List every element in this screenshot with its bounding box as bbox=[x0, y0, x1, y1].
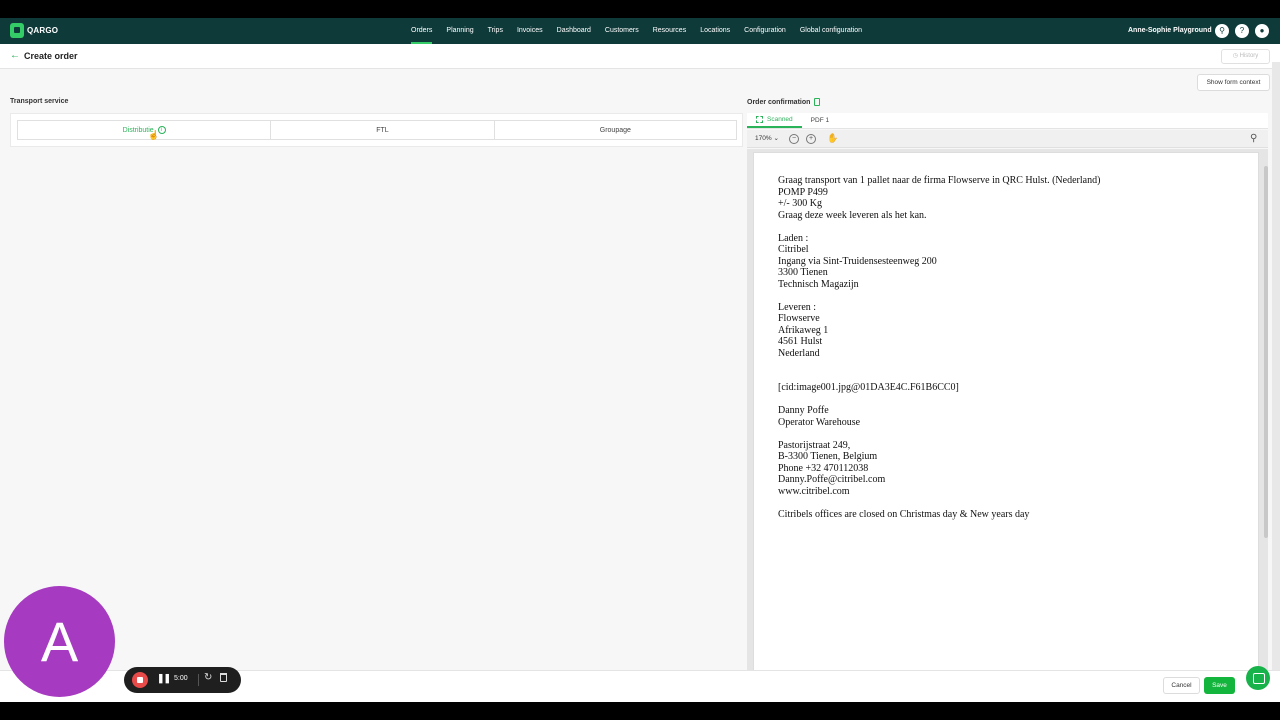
document-paragraph: Pastorijstraat 249, B-3300 Tienen, Belgi… bbox=[778, 439, 886, 497]
document-page: Graag transport van 1 pallet naar de fir… bbox=[753, 152, 1259, 692]
nav-item-trips[interactable]: Trips bbox=[481, 18, 510, 44]
trash-icon[interactable] bbox=[220, 673, 227, 682]
save-button[interactable]: Save bbox=[1204, 677, 1235, 694]
nav-item-customers[interactable]: Customers bbox=[598, 18, 646, 44]
document-paragraph: Citribels offices are closed on Christma… bbox=[778, 508, 1030, 520]
user-name[interactable]: Anne-Sophie Playground bbox=[1128, 18, 1212, 44]
nav-item-planning[interactable]: Planning bbox=[439, 18, 480, 44]
zoom-out-icon[interactable]: − bbox=[789, 134, 799, 144]
service-option-groupage[interactable]: Groupage bbox=[495, 121, 736, 139]
tab-label: PDF 1 bbox=[810, 116, 830, 124]
brand-logo[interactable]: QARGO bbox=[10, 23, 58, 38]
page-header: ← Create order ◷ History bbox=[0, 44, 1280, 69]
nav-item-dashboard[interactable]: Dashboard bbox=[550, 18, 598, 44]
nav-item-global-configuration[interactable]: Global configuration bbox=[793, 18, 869, 44]
chat-support-icon[interactable] bbox=[1246, 666, 1270, 690]
mouse-pointer-icon: ☝ bbox=[148, 130, 160, 140]
document-scrollbar[interactable] bbox=[1264, 166, 1268, 538]
document-tabs: Scanned PDF 1 bbox=[747, 113, 1268, 129]
nav-item-resources[interactable]: Resources bbox=[646, 18, 693, 44]
chevron-down-icon: ⌄ bbox=[773, 135, 779, 142]
service-option-ftl[interactable]: FTL bbox=[271, 121, 495, 139]
help-icon[interactable]: ? bbox=[1235, 24, 1249, 38]
document-paragraph: [cid:image001.jpg@01DA3E4C.F61B6CC0] bbox=[778, 382, 959, 393]
zoom-in-icon[interactable]: + bbox=[806, 134, 816, 144]
document-paragraph: Graag transport van 1 pallet naar de fir… bbox=[778, 175, 1101, 221]
history-clock-icon: ◷ bbox=[1232, 53, 1238, 59]
recorder-avatar: A bbox=[4, 586, 115, 697]
search-icon[interactable]: ⚲ bbox=[1215, 24, 1229, 38]
service-option-label: Groupage bbox=[599, 126, 631, 134]
app-window: QARGO Orders Planning Trips Invoices Das… bbox=[0, 18, 1280, 702]
zoom-select[interactable]: 170% ⌄ bbox=[755, 134, 779, 142]
screen-recorder-controls: ❚❚ 5:00 ↻ bbox=[124, 667, 241, 693]
show-form-context-button[interactable]: Show form context bbox=[1197, 74, 1270, 91]
service-option-distributie[interactable]: Distributie i bbox=[18, 121, 272, 139]
account-icon[interactable]: ● bbox=[1255, 24, 1269, 38]
history-button[interactable]: ◷ History bbox=[1221, 49, 1270, 64]
brand-name: QARGO bbox=[27, 26, 59, 35]
document-paragraph: Leveren : Flowserve Afrikaweg 1 4561 Hul… bbox=[778, 301, 829, 359]
page-scrollbar-track[interactable] bbox=[1272, 62, 1280, 702]
document-paragraph: Laden : Citribel Ingang via Sint-Truiden… bbox=[778, 232, 937, 290]
zoom-level: 170% bbox=[755, 135, 772, 142]
transport-service-label: Transport service bbox=[10, 98, 69, 105]
restart-icon[interactable]: ↻ bbox=[204, 672, 212, 683]
recording-timer: 5:00 bbox=[174, 675, 188, 682]
page-title: Create order bbox=[24, 51, 78, 61]
qargo-logo-icon bbox=[10, 23, 24, 38]
document-search-icon[interactable]: ⚲ bbox=[1250, 133, 1257, 144]
history-label: History bbox=[1239, 53, 1259, 59]
scan-icon bbox=[756, 116, 763, 123]
tab-label: Scanned bbox=[767, 115, 793, 123]
order-confirmation-label: Order confirmation bbox=[747, 98, 821, 106]
clipboard-icon[interactable] bbox=[814, 98, 821, 106]
stop-recording-icon[interactable] bbox=[132, 672, 148, 688]
transport-service-selector: Distributie i FTL Groupage bbox=[17, 120, 737, 140]
top-navigation: QARGO Orders Planning Trips Invoices Das… bbox=[0, 18, 1280, 44]
transport-service-card: Distributie i FTL Groupage bbox=[10, 113, 743, 147]
nav-item-orders[interactable]: Orders bbox=[404, 18, 439, 44]
pause-icon[interactable]: ❚❚ bbox=[157, 673, 171, 684]
document-viewer: Graag transport van 1 pallet naar de fir… bbox=[747, 149, 1268, 692]
nav-item-locations[interactable]: Locations bbox=[693, 18, 737, 44]
order-confirmation-title: Order confirmation bbox=[747, 98, 811, 106]
nav-item-configuration[interactable]: Configuration bbox=[737, 18, 793, 44]
nav-item-invoices[interactable]: Invoices bbox=[510, 18, 550, 44]
service-option-label: FTL bbox=[376, 126, 389, 134]
divider bbox=[198, 674, 199, 686]
document-toolbar: 170% ⌄ − + ✋ ⚲ bbox=[747, 130, 1268, 148]
tab-pdf-1[interactable]: PDF 1 bbox=[802, 113, 838, 128]
nav-links: Orders Planning Trips Invoices Dashboard… bbox=[404, 18, 869, 44]
cancel-button[interactable]: Cancel bbox=[1163, 677, 1200, 694]
hand-pan-icon[interactable]: ✋ bbox=[827, 133, 838, 144]
tab-scanned[interactable]: Scanned bbox=[747, 113, 802, 128]
document-paragraph: Danny Poffe Operator Warehouse bbox=[778, 405, 861, 428]
back-arrow-icon[interactable]: ← bbox=[10, 50, 20, 61]
